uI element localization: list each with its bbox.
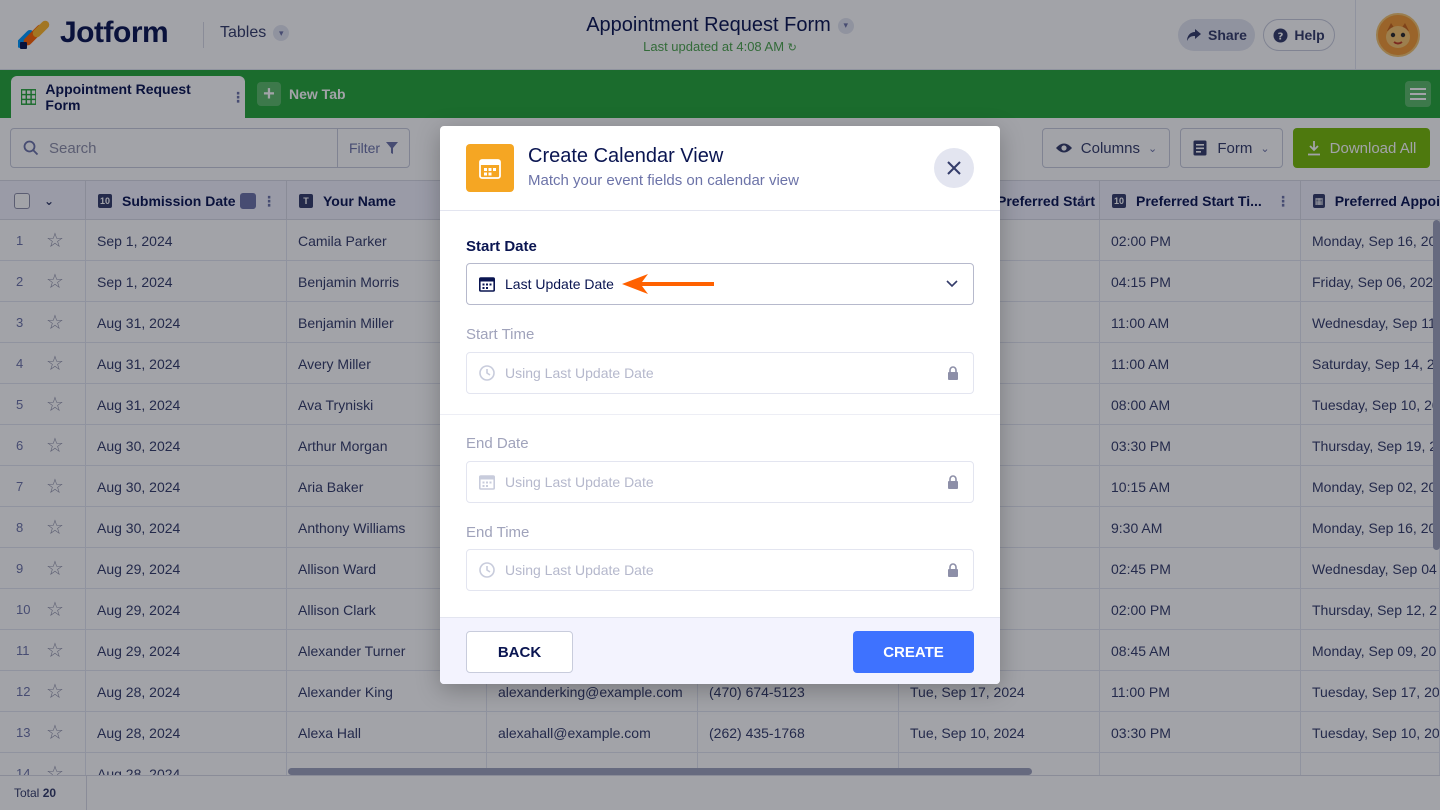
chevron-down-icon	[946, 280, 958, 288]
calendar-icon	[479, 474, 495, 490]
calendar-icon	[479, 276, 495, 292]
calendar-icon	[466, 144, 514, 192]
dialog-title: Create Calendar View	[528, 145, 724, 167]
back-button[interactable]: BACK	[466, 631, 573, 673]
clock-icon	[479, 562, 495, 578]
create-calendar-view-dialog: Create Calendar View Match your event fi…	[440, 126, 1000, 684]
end-time-label: End Time	[466, 524, 530, 541]
end-time-value: Using Last Update Date	[505, 562, 654, 578]
start-date-value: Last Update Date	[505, 276, 614, 292]
dialog-header: Create Calendar View Match your event fi…	[440, 126, 1000, 211]
start-time-select: Using Last Update Date	[466, 352, 974, 394]
lock-icon	[948, 366, 958, 380]
clock-icon	[479, 365, 495, 381]
dialog-footer: BACK CREATE	[440, 617, 1000, 684]
end-date-value: Using Last Update Date	[505, 474, 654, 490]
section-divider	[440, 414, 1000, 415]
start-time-value: Using Last Update Date	[505, 365, 654, 381]
lock-icon	[948, 475, 958, 489]
end-date-select: Using Last Update Date	[466, 461, 974, 503]
arrow-left-annotation-icon	[621, 274, 714, 294]
lock-icon	[948, 563, 958, 577]
start-date-label: Start Date	[466, 238, 537, 255]
end-date-label: End Date	[466, 435, 529, 452]
dialog-subtitle: Match your event fields on calendar view	[528, 172, 799, 189]
close-button[interactable]	[934, 148, 974, 188]
close-icon	[947, 161, 961, 175]
end-time-select: Using Last Update Date	[466, 549, 974, 591]
start-date-select[interactable]: Last Update Date	[466, 263, 974, 305]
create-button[interactable]: CREATE	[853, 631, 974, 673]
start-time-label: Start Time	[466, 326, 535, 343]
